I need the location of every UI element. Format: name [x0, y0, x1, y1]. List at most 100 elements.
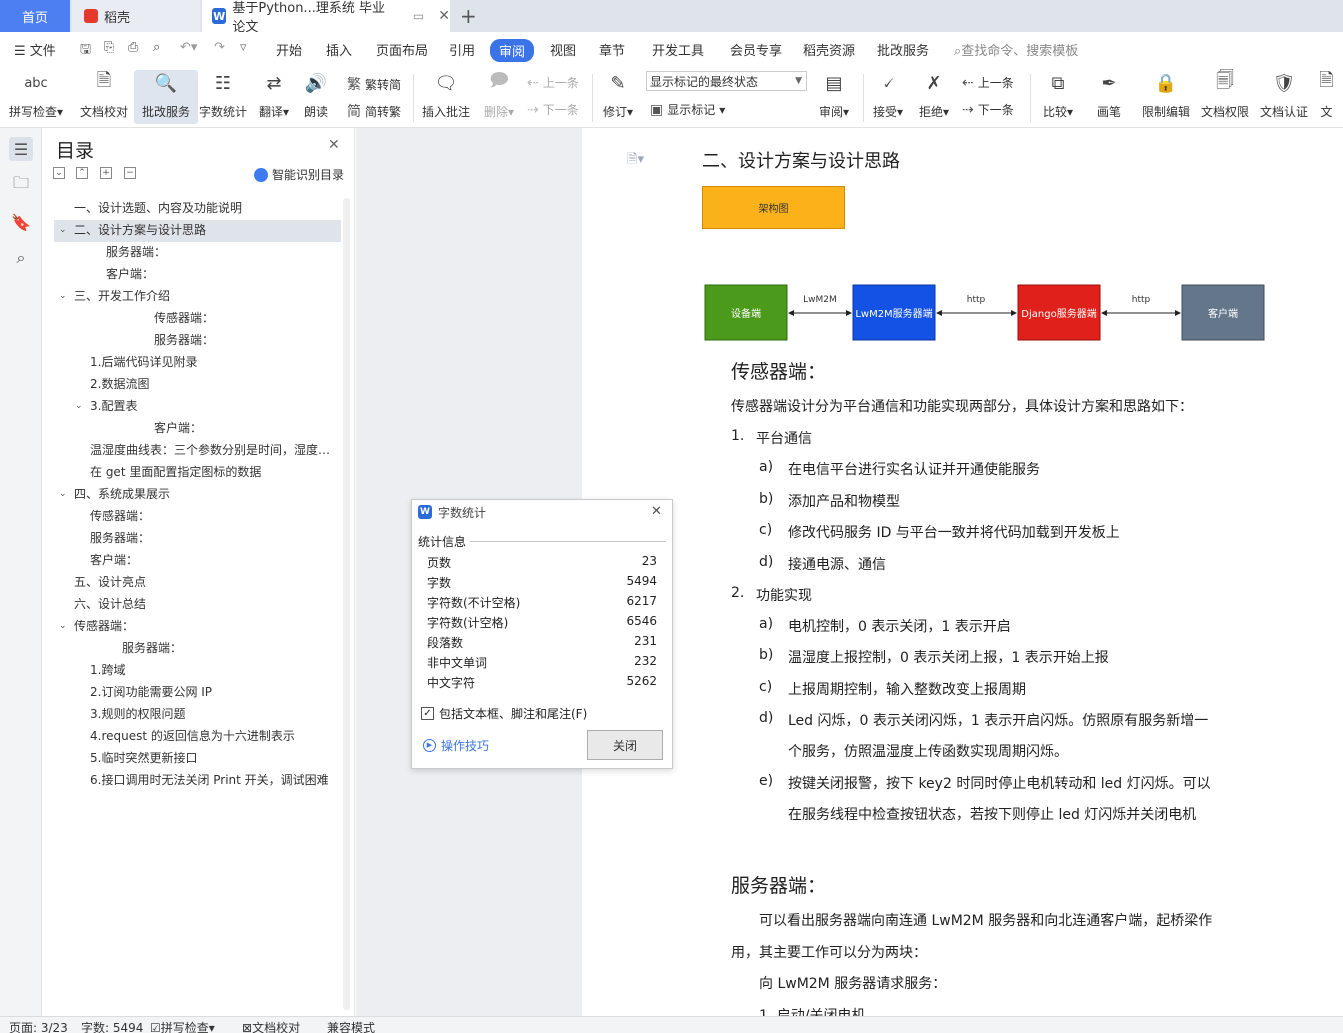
toc-item[interactable]: 一、设计选题、内容及功能说明: [74, 198, 335, 218]
file-menu[interactable]: ☰ 文件: [14, 40, 56, 59]
menu-start[interactable]: 开始: [276, 40, 302, 59]
doc-proof-button[interactable]: 🗎 文档校对: [72, 70, 136, 120]
menu-view[interactable]: 视图: [550, 40, 576, 59]
more-toolbar-button[interactable]: 🗎 文: [1310, 70, 1343, 120]
toc-item[interactable]: 温湿度曲线表：三个参数分别是时间，湿度，温度: [90, 440, 335, 460]
chevron-down-icon[interactable]: ⌄: [59, 484, 67, 504]
toc-item[interactable]: ⌄ 3.配置表: [75, 396, 335, 416]
chevron-down-icon[interactable]: ⌄: [59, 616, 67, 636]
toc-item[interactable]: 服务器端：: [122, 638, 335, 658]
tab-home[interactable]: 首页: [0, 0, 70, 32]
tab-daoke[interactable]: 稻壳: [72, 0, 200, 32]
tab-document[interactable]: W 基于Python...理系统 毕业论文 ▭ ✕: [202, 0, 450, 35]
toc-panel-icon[interactable]: ☰: [9, 137, 33, 161]
reject-button[interactable]: ✗ 拒绝▾: [902, 70, 966, 120]
toc-item[interactable]: 在 get 里面配置指定图标的数据: [90, 462, 335, 482]
close-icon[interactable]: ✕: [328, 137, 340, 153]
delete-comment-button[interactable]: 🗩 删除▾: [467, 70, 531, 120]
toc-item[interactable]: ⌄ 传感器端：: [59, 616, 335, 636]
prev-change-button[interactable]: ⇠ 上一条: [962, 74, 1014, 91]
doc-rights-button[interactable]: 🗐 文档权限: [1193, 70, 1257, 120]
stats-row: 页数 23: [427, 554, 657, 574]
command-search[interactable]: ⌕查找命令、搜索模板: [954, 40, 1078, 59]
read-aloud-button[interactable]: 🔊 朗读: [284, 70, 348, 120]
page-indicator[interactable]: 页面: 3/23: [9, 1019, 68, 1033]
toc-item[interactable]: 2.数据流图: [90, 374, 335, 394]
smart-toc-button[interactable]: 智能识别目录: [254, 166, 344, 183]
toc-item[interactable]: 1.跨域: [90, 660, 335, 680]
toc-item[interactable]: 4.request 的返回信息为十六进制表示: [90, 726, 335, 746]
spellcheck-status[interactable]: ☑拼写检查▾: [150, 1019, 215, 1033]
pen-button[interactable]: ✒ 画笔: [1077, 70, 1141, 120]
toc-item[interactable]: 客户端：: [90, 550, 335, 570]
search-icon[interactable]: ⌕: [9, 246, 33, 270]
toc-item[interactable]: 5.临时突然更新接口: [90, 748, 335, 768]
spellcheck-button[interactable]: abc 拼写检查▾: [4, 70, 68, 120]
menu-member[interactable]: 会员专享: [730, 40, 782, 59]
print-icon[interactable]: ⎙: [128, 40, 138, 55]
menu-insert[interactable]: 插入: [326, 40, 352, 59]
toc-item[interactable]: 服务器端：: [106, 242, 335, 262]
toc-item[interactable]: ⌄ 四、系统成果展示: [59, 484, 335, 504]
collapse-all-icon[interactable]: ⌄: [53, 167, 65, 179]
toc-item[interactable]: 传感器端：: [90, 506, 335, 526]
prev-comment-button[interactable]: ⇠ 上一条: [527, 74, 579, 91]
doc-auth-button[interactable]: 🛡 文档认证: [1252, 70, 1316, 120]
redo-icon[interactable]: ↷: [214, 40, 225, 55]
menu-reference[interactable]: 引用: [449, 40, 475, 59]
include-notes-checkbox[interactable]: ✓ 包括文本框、脚注和尾注(F): [421, 705, 587, 722]
new-tab-button[interactable]: +: [460, 0, 477, 32]
simp-to-trad-button[interactable]: 简简转繁: [347, 101, 401, 121]
add-level-icon[interactable]: +: [100, 167, 112, 179]
word-count-indicator[interactable]: 字数: 5494: [81, 1019, 143, 1033]
menu-chapter[interactable]: 章节: [599, 40, 625, 59]
chapter-nav-icon[interactable]: 🗀: [9, 173, 33, 197]
toc-item[interactable]: 2.订阅功能需要公网 IP: [90, 682, 335, 702]
toc-item[interactable]: 客户端：: [154, 418, 335, 438]
toc-item[interactable]: 六、设计总结: [74, 594, 335, 614]
remove-level-icon[interactable]: −: [124, 167, 136, 179]
save-icon[interactable]: 🖫: [80, 40, 91, 62]
toc-item[interactable]: 服务器端：: [154, 330, 335, 350]
show-markup-button[interactable]: ▣ 显示标记 ▾: [650, 101, 725, 118]
menu-review[interactable]: 审阅: [490, 39, 535, 62]
next-change-button[interactable]: ⇢ 下一条: [962, 101, 1014, 118]
toc-item[interactable]: ⌄ 三、开发工作介绍: [59, 286, 335, 306]
chevron-down-icon[interactable]: ⌄: [59, 220, 67, 240]
menu-devtools[interactable]: 开发工具: [652, 40, 704, 59]
trad-to-simp-button[interactable]: 繁繁转简: [347, 74, 401, 94]
tips-link[interactable]: ▶ 操作技巧: [423, 737, 489, 754]
review-service-button[interactable]: 🔍 批改服务: [134, 70, 198, 124]
float-window-icon[interactable]: ▭: [413, 9, 424, 23]
close-icon[interactable]: ✕: [651, 504, 662, 519]
chevron-down-icon[interactable]: ⌄: [75, 396, 83, 416]
restrict-editing-button[interactable]: 🔒 限制编辑: [1134, 70, 1198, 120]
page-options-icon[interactable]: 🗎▾: [627, 150, 644, 172]
toc-item[interactable]: 客户端：: [106, 264, 335, 284]
expand-up-icon[interactable]: ⌃: [76, 167, 88, 179]
track-changes-button[interactable]: ✎ 修订▾: [586, 70, 650, 120]
next-comment-button[interactable]: ⇢ 下一条: [527, 101, 579, 118]
toc-item[interactable]: 传感器端：: [154, 308, 335, 328]
close-button[interactable]: 关闭: [587, 730, 663, 760]
undo-icon[interactable]: ↶▾: [180, 40, 197, 55]
doc-proof-status[interactable]: ⊠文档校对: [242, 1019, 300, 1033]
menu-review-service[interactable]: 批改服务: [877, 40, 929, 59]
toc-item[interactable]: 6.接口调用时无法关闭 Print 开关，调试困难: [90, 770, 335, 790]
toc-item[interactable]: 五、设计亮点: [74, 572, 335, 592]
markup-state-select[interactable]: 显示标记的最终状态 ▼: [646, 71, 807, 91]
toc-item[interactable]: 1.后端代码详见附录: [90, 352, 335, 372]
bookmark-icon[interactable]: 🔖: [9, 210, 33, 234]
toc-item[interactable]: 3.规则的权限问题: [90, 704, 335, 724]
preview-icon[interactable]: ⌕: [153, 40, 160, 55]
menu-layout[interactable]: 页面布局: [376, 40, 428, 59]
toc-item[interactable]: 服务器端：: [90, 528, 335, 548]
toc-item[interactable]: ⌄ 二、设计方案与设计思路: [59, 220, 335, 240]
export-icon[interactable]: ⎘: [104, 40, 114, 55]
menu-daoke-resources[interactable]: 稻壳资源: [803, 40, 855, 59]
chevron-down-icon[interactable]: ⌄: [59, 286, 67, 306]
toc-scrollbar[interactable]: [343, 198, 350, 1010]
close-tab-icon[interactable]: ✕: [438, 8, 450, 24]
quick-access-chevron-icon[interactable]: ▿: [240, 40, 247, 55]
dialog-titlebar[interactable]: W 字数统计: [412, 500, 672, 524]
